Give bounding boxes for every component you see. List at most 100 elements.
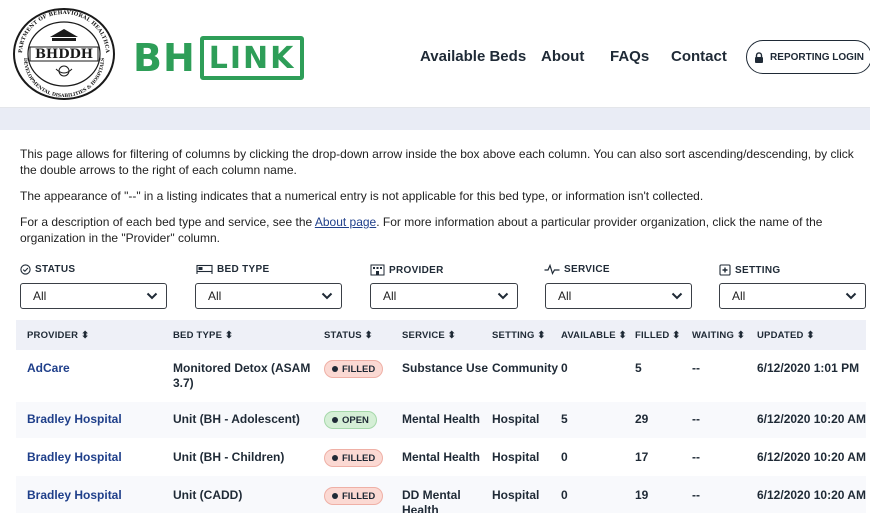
row-bed-type: Unit (BH - Children) (173, 450, 285, 464)
filter-setting-label: SETTING (719, 264, 780, 276)
column-header-label: SERVICE (402, 330, 445, 341)
sort-arrows-icon: ⬍ (806, 330, 815, 341)
sort-arrows-icon: ⬍ (672, 330, 681, 341)
column-header-updated[interactable]: UPDATED ⬍ (757, 330, 815, 341)
provider-filter-value: All (383, 289, 397, 303)
status-filter-value: All (33, 289, 47, 303)
brand-bh-text: BH (133, 36, 196, 80)
column-header-label: STATUS (324, 330, 362, 341)
brand-link-box: LINK (199, 36, 305, 80)
row-updated: 6/12/2020 10:20 AM (757, 488, 866, 502)
status-badge: OPEN (324, 411, 377, 429)
filter-bed-type-text: BED TYPE (217, 264, 270, 275)
row-filled: 29 (635, 412, 649, 426)
setting-filter-value: All (732, 289, 746, 303)
row-waiting: -- (692, 450, 700, 464)
row-setting: Hospital (492, 488, 540, 502)
row-service: Substance Use (402, 361, 489, 375)
filter-bed-type-label: BED TYPE (196, 264, 269, 275)
column-header-provider[interactable]: PROVIDER ⬍ (27, 330, 89, 341)
filter-service-label: SERVICE (544, 264, 610, 275)
column-header-label: BED TYPE (173, 330, 223, 341)
service-filter-value: All (558, 289, 572, 303)
intro-paragraph-filtering: This page allows for filtering of column… (20, 147, 854, 177)
row-provider-link[interactable]: Bradley Hospital (27, 412, 122, 427)
row-updated: 6/12/2020 10:20 AM (757, 412, 866, 426)
nav-available-beds[interactable]: Available Beds (420, 48, 526, 65)
setting-filter-select[interactable]: All (719, 283, 866, 309)
bed-type-filter-value: All (208, 289, 222, 303)
service-filter-select[interactable]: All (545, 283, 692, 309)
filter-status-label: STATUS (20, 264, 75, 275)
row-setting: Community (492, 361, 558, 375)
row-provider-link[interactable]: Bradley Hospital (27, 488, 122, 503)
row-service: DD Mental Health (402, 488, 461, 513)
column-header-label: WAITING (692, 330, 735, 341)
column-header-label: PROVIDER (27, 330, 79, 341)
row-available: 0 (561, 361, 568, 375)
row-available: 0 (561, 450, 568, 464)
row-filled: 17 (635, 450, 649, 464)
status-badge-label: OPEN (342, 414, 369, 426)
filter-provider-label: PROVIDER (370, 264, 444, 276)
column-header-setting[interactable]: SETTING ⬍ (492, 330, 546, 341)
table-row (16, 350, 866, 402)
status-badge: FILLED (324, 487, 384, 505)
status-filter-select[interactable]: All (20, 283, 167, 309)
chevron-down-icon (497, 292, 509, 300)
intro-about-lead: For a description of each bed type and s… (20, 215, 315, 229)
sort-arrows-icon: ⬍ (447, 330, 456, 341)
chevron-down-icon (146, 292, 158, 300)
nav-faqs[interactable]: FAQs (610, 48, 649, 65)
filter-provider-text: PROVIDER (389, 264, 444, 276)
bed-type-filter-select[interactable]: All (195, 283, 342, 309)
column-header-label: FILLED (635, 330, 670, 341)
row-waiting: -- (692, 412, 700, 426)
column-header-label: UPDATED (757, 330, 804, 341)
row-filled: 5 (635, 361, 642, 375)
site-header: DEPARTMENT OF BEHAVIORAL HEALTHCARE DEVE… (0, 0, 870, 108)
filter-status-text: STATUS (35, 264, 76, 275)
nav-about[interactable]: About (541, 48, 584, 65)
sort-arrows-icon: ⬍ (736, 330, 746, 341)
bed-icon (196, 264, 213, 274)
row-provider-link[interactable]: Bradley Hospital (27, 450, 122, 465)
filter-setting-text: SETTING (735, 264, 781, 276)
status-badge: FILLED (324, 360, 384, 378)
chevron-down-icon (671, 292, 683, 300)
bhddh-seal-logo[interactable]: DEPARTMENT OF BEHAVIORAL HEALTHCARE DEVE… (12, 7, 116, 101)
status-badge-label: FILLED (342, 363, 376, 375)
about-page-link[interactable]: About page (315, 215, 376, 229)
bhlink-logo[interactable]: BH LINK (133, 36, 305, 80)
column-header-available[interactable]: AVAILABLE ⬍ (561, 330, 627, 341)
column-header-waiting[interactable]: WAITING ⬍ (692, 330, 745, 341)
row-filled: 19 (635, 488, 649, 502)
sort-arrows-icon: ⬍ (537, 330, 546, 341)
header-band (0, 108, 870, 130)
column-header-bed-type[interactable]: BED TYPE ⬍ (173, 330, 233, 341)
column-header-status[interactable]: STATUS ⬍ (324, 330, 373, 341)
row-available: 5 (561, 412, 568, 426)
row-bed-type: Monitored Detox (ASAM 3.7) (173, 361, 311, 390)
nav-contact[interactable]: Contact (671, 48, 727, 65)
row-waiting: -- (692, 488, 700, 502)
status-badge: FILLED (324, 449, 384, 467)
column-header-service[interactable]: SERVICE ⬍ (402, 330, 456, 341)
reporting-login-button[interactable]: REPORTING LOGIN (746, 40, 870, 74)
sort-arrows-icon: ⬍ (618, 330, 627, 341)
check-circle-icon (20, 264, 31, 275)
hospital-icon (719, 264, 731, 276)
chevron-down-icon (321, 292, 333, 300)
lock-icon (755, 51, 764, 63)
provider-filter-select[interactable]: All (370, 283, 518, 309)
row-bed-type: Unit (CADD) (173, 488, 243, 502)
sort-arrows-icon: ⬍ (224, 330, 234, 341)
row-service: Mental Health (402, 412, 481, 426)
column-header-label: AVAILABLE (561, 330, 616, 341)
row-setting: Hospital (492, 412, 540, 426)
row-service: Mental Health (402, 450, 481, 464)
row-provider-link[interactable]: AdCare (27, 361, 70, 376)
filter-service-text: SERVICE (564, 264, 610, 275)
status-dot-icon (332, 366, 338, 372)
column-header-filled[interactable]: FILLED ⬍ (635, 330, 680, 341)
